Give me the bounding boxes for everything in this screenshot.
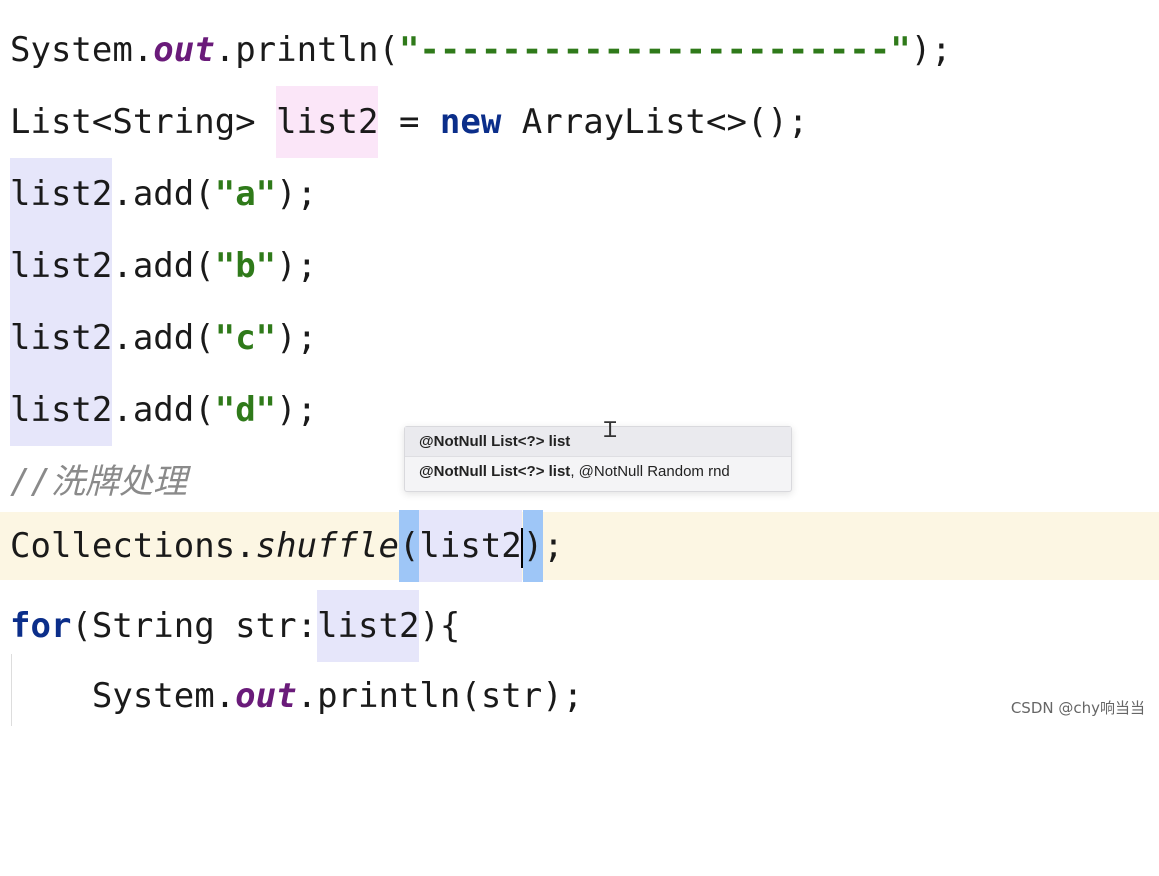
code-line-2[interactable]: List<String> list2 = new ArrayList<>(); — [0, 86, 1159, 158]
static-method: shuffle — [255, 526, 399, 566]
string-literal: "b" — [214, 246, 277, 286]
constructor-call: ArrayList<>(); — [501, 102, 809, 142]
parameter-signature-current: @NotNull List<?> list — [419, 463, 571, 480]
class-ref: Collections. — [10, 526, 256, 566]
string-literal: "a" — [214, 174, 277, 214]
keyword-for: for — [10, 606, 72, 646]
method-call: .add( — [112, 318, 215, 358]
parameter-signature-rest: , @NotNull Random rnd — [570, 463, 730, 480]
code-line-9[interactable]: for(String str:list2){ — [0, 590, 1159, 662]
variable-list2-read[interactable]: list2 — [317, 590, 420, 662]
method-call: .add( — [112, 246, 215, 286]
parameter-hint-option-1[interactable]: @NotNull List<?> list — [405, 427, 791, 457]
punctuation: ); — [276, 390, 318, 430]
parameter-signature: @NotNull List<?> list — [419, 433, 571, 450]
code-line-8-current[interactable]: Collections.shuffle(list2); — [0, 510, 1159, 582]
type-decl: List<String> — [10, 102, 277, 142]
watermark: CSDN @chy响当当 — [1010, 699, 1145, 717]
class-ref: System. — [10, 30, 154, 70]
method-call: .add( — [112, 390, 215, 430]
code-line-4[interactable]: list2.add("b"); — [0, 230, 1159, 302]
punctuation: ); — [276, 246, 318, 286]
punctuation: ){ — [419, 606, 461, 646]
method-call: .add( — [112, 174, 215, 214]
string-literal: "d" — [214, 390, 277, 430]
code-line-5[interactable]: list2.add("c"); — [0, 302, 1159, 374]
static-field: out — [235, 676, 297, 716]
comment: //洗牌处理 — [10, 462, 187, 502]
paren-close-match: ) — [522, 510, 544, 582]
method-call: .println( — [214, 30, 399, 70]
string-literal: "c" — [214, 318, 277, 358]
punctuation: ); — [910, 30, 952, 70]
punctuation: ); — [276, 318, 318, 358]
string-literal: "-----------------------" — [398, 30, 911, 70]
punctuation: ); — [276, 174, 318, 214]
mouse-ibeam-cursor-icon: Ɪ — [604, 418, 617, 443]
method-call: .println(str); — [296, 676, 584, 716]
variable-list2-read[interactable]: list2 — [10, 158, 113, 230]
keyword-new: new — [439, 102, 502, 142]
operator: = — [378, 102, 440, 142]
parameter-info-popup: @NotNull List<?> list @NotNull List<?> l… — [404, 426, 792, 492]
variable-list2-read[interactable]: list2 — [10, 230, 113, 302]
variable-list2-read[interactable]: list2 — [419, 510, 522, 582]
variable-list2-read[interactable]: list2 — [10, 302, 113, 374]
variable-list2-read[interactable]: list2 — [10, 374, 113, 446]
code-line-10[interactable]: System.out.println(str); — [0, 660, 1159, 732]
static-field: out — [153, 30, 215, 70]
variable-list2-write[interactable]: list2 — [276, 86, 379, 158]
punctuation: ; — [543, 526, 564, 566]
class-ref: System. — [10, 676, 236, 716]
parameter-hint-option-2[interactable]: @NotNull List<?> list, @NotNull Random r… — [405, 457, 791, 486]
code-line-1[interactable]: System.out.println("--------------------… — [0, 14, 1159, 86]
paren-open-match: ( — [398, 510, 420, 582]
code-line-3[interactable]: list2.add("a"); — [0, 158, 1159, 230]
loop-header: (String str: — [71, 606, 318, 646]
